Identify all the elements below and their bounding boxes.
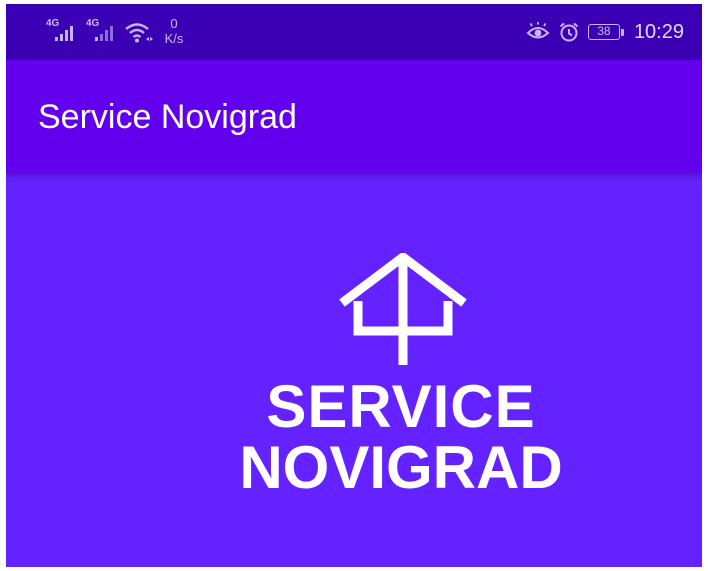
- status-clock: 10:29: [633, 20, 684, 43]
- battery-tip: [620, 28, 624, 36]
- logo-text-line1: SERVICE: [266, 373, 536, 440]
- status-bar: 4G 4G 0 K/s 38 10:29: [6, 4, 702, 60]
- main-content: SERVICE NOVIGRAD: [6, 173, 702, 567]
- network-speed: 0 K/s: [160, 16, 188, 46]
- signal-icon: [55, 26, 73, 41]
- toolbar-title: Service Novigrad: [38, 98, 297, 136]
- status-right: 38 10:29: [526, 18, 684, 46]
- house-logo-icon: [339, 253, 467, 365]
- network-speed-value: 0: [170, 16, 178, 31]
- signal-icon: [95, 26, 113, 41]
- battery-icon: 38: [587, 24, 620, 40]
- battery-indicator: 38: [587, 24, 624, 40]
- battery-level: 38: [597, 24, 611, 38]
- app-toolbar: Service Novigrad: [6, 60, 702, 173]
- eye-comfort-icon: [526, 22, 550, 39]
- app-screen: 4G 4G 0 K/s 38 10:29 Service Novigrad SE…: [6, 4, 702, 567]
- logo-text-line2: NOVIGRAD: [239, 434, 563, 501]
- wifi-icon: [125, 23, 153, 43]
- alarm-icon: [559, 22, 579, 42]
- network-speed-unit: K/s: [164, 31, 184, 46]
